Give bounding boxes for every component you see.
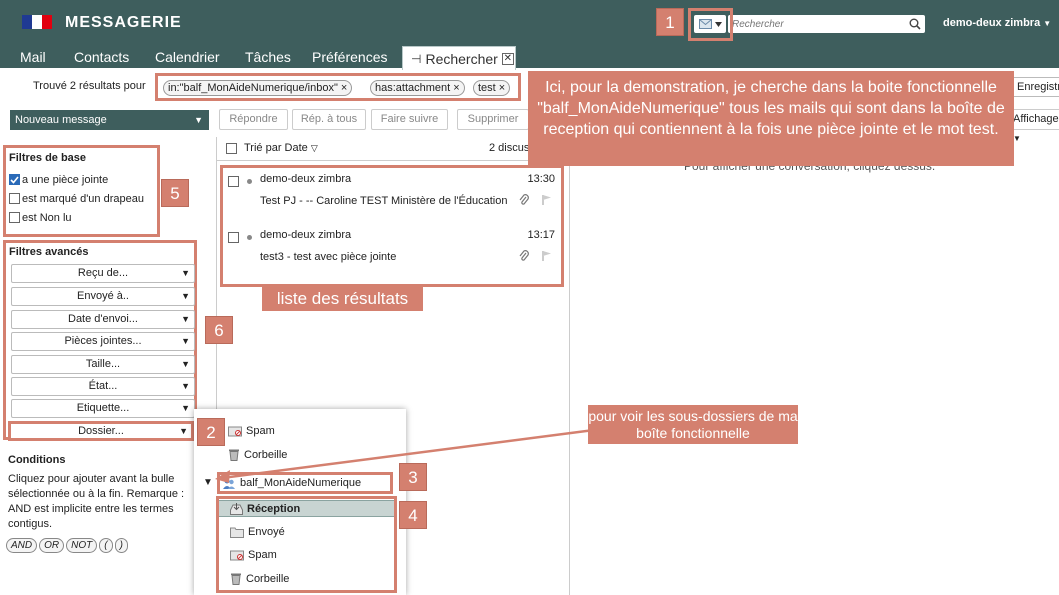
annotation-arrow	[215, 424, 626, 483]
